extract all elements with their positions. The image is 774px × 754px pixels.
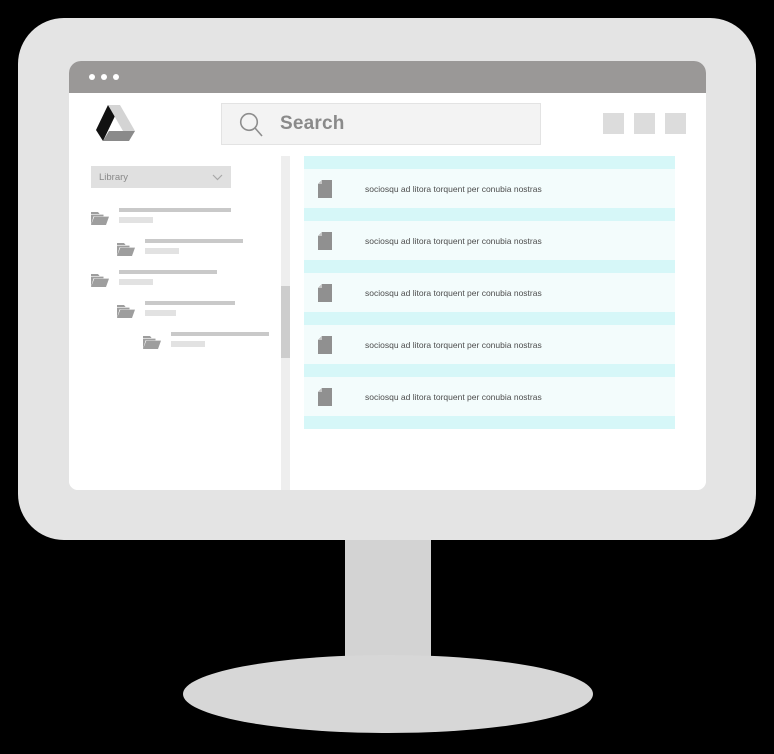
folder-tree-item[interactable] — [117, 299, 281, 319]
browser-window: Search Library sociosqu ad litora torque… — [69, 61, 706, 490]
folder-icon — [91, 212, 109, 225]
library-dropdown[interactable]: Library — [91, 166, 231, 188]
folder-tree-item-placeholder — [171, 330, 269, 347]
list-item[interactable]: sociosqu ad litora torquent per conubia … — [304, 273, 675, 312]
placeholder-square-icon[interactable] — [634, 113, 655, 134]
monitor-stand-base — [183, 655, 593, 733]
folder-tree — [91, 206, 281, 350]
list-separator-band — [304, 416, 675, 429]
document-icon — [318, 179, 332, 198]
folder-tree-item[interactable] — [91, 268, 281, 288]
sidebar: Library — [69, 154, 281, 490]
folder-tree-item[interactable] — [143, 330, 281, 350]
placeholder-bar-primary — [171, 332, 269, 336]
placeholder-bar-secondary — [145, 310, 176, 316]
app-body: Library sociosqu ad litora torquent per … — [69, 154, 706, 490]
folder-tree-item-placeholder — [145, 299, 235, 316]
list-item[interactable]: sociosqu ad litora torquent per conubia … — [304, 169, 675, 208]
search-placeholder: Search — [280, 112, 345, 134]
scrollbar-thumb[interactable] — [281, 286, 290, 358]
list-item[interactable]: sociosqu ad litora torquent per conubia … — [304, 377, 675, 416]
placeholder-bar-primary — [119, 208, 231, 212]
placeholder-square-icon[interactable] — [603, 113, 624, 134]
browser-title-bar — [69, 61, 706, 93]
library-dropdown-label: Library — [99, 171, 129, 183]
list-item-label: sociosqu ad litora torquent per conubia … — [365, 287, 542, 298]
document-icon — [318, 387, 332, 406]
list-item-label: sociosqu ad litora torquent per conubia … — [365, 183, 542, 194]
list-separator-band — [304, 156, 675, 169]
folder-icon — [91, 274, 109, 287]
window-dot-icon[interactable] — [113, 74, 119, 80]
folder-tree-item-placeholder — [119, 206, 231, 223]
window-dot-icon[interactable] — [101, 74, 107, 80]
document-icon — [318, 335, 332, 354]
list-separator-band — [304, 208, 675, 221]
folder-icon — [117, 305, 135, 318]
placeholder-bar-primary — [119, 270, 217, 274]
folder-tree-item[interactable] — [117, 237, 281, 257]
list-separator-band — [304, 260, 675, 273]
list-separator-band — [304, 312, 675, 325]
placeholder-square-icon[interactable] — [665, 113, 686, 134]
list-item-label: sociosqu ad litora torquent per conubia … — [365, 339, 542, 350]
placeholder-bar-primary — [145, 239, 243, 243]
file-list: sociosqu ad litora torquent per conubia … — [304, 156, 675, 490]
placeholder-bar-primary — [145, 301, 235, 305]
folder-tree-item[interactable] — [91, 206, 281, 226]
list-item-label: sociosqu ad litora torquent per conubia … — [365, 235, 542, 246]
document-icon — [318, 283, 332, 302]
folder-tree-item-placeholder — [145, 237, 243, 254]
placeholder-bar-secondary — [145, 248, 179, 254]
list-separator-band — [304, 364, 675, 377]
list-item-label: sociosqu ad litora torquent per conubia … — [365, 391, 542, 402]
search-input[interactable]: Search — [221, 102, 541, 145]
drive-logo-icon — [96, 104, 135, 141]
list-vertical-scrollbar[interactable] — [281, 156, 290, 490]
window-dot-icon[interactable] — [89, 74, 95, 80]
folder-tree-item-placeholder — [119, 268, 217, 285]
list-item[interactable]: sociosqu ad litora torquent per conubia … — [304, 221, 675, 260]
folder-icon — [143, 336, 161, 349]
placeholder-bar-secondary — [171, 341, 205, 347]
app-header: Search — [69, 93, 706, 154]
header-actions — [603, 113, 686, 134]
document-icon — [318, 231, 332, 250]
monitor-illustration: Search Library sociosqu ad litora torque… — [0, 0, 774, 754]
placeholder-bar-secondary — [119, 217, 153, 223]
list-item[interactable]: sociosqu ad litora torquent per conubia … — [304, 325, 675, 364]
chevron-down-icon — [212, 174, 223, 180]
folder-icon — [117, 243, 135, 256]
placeholder-bar-secondary — [119, 279, 153, 285]
monitor-stand-neck — [345, 538, 431, 662]
search-icon — [239, 112, 263, 137]
